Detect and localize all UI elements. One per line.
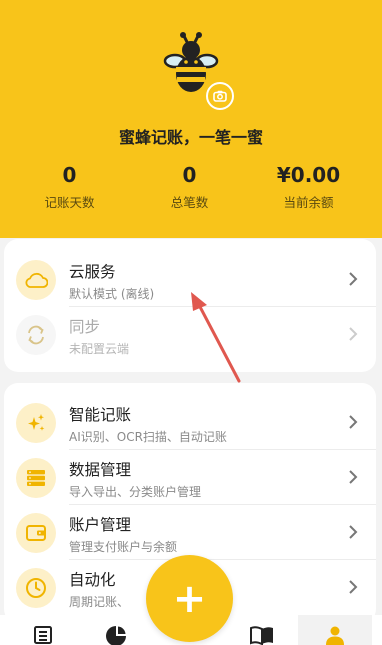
tab-ledger[interactable] [224,615,300,645]
chevron-right-icon [349,470,358,484]
add-record-button[interactable]: + [146,555,233,642]
item-title: 账户管理 [69,516,132,534]
camera-icon[interactable] [206,82,234,110]
chevron-right-icon [349,327,358,341]
data-management-item[interactable]: 数据管理 导入导出、分类账户管理 [4,450,376,504]
cloud-settings-card: 云服务 默认模式 (离线) 同步 未配置云端 [4,239,376,372]
item-subtitle: 默认模式 (离线) [69,287,155,301]
stat-value: ¥0.00 [276,163,341,187]
item-title: 数据管理 [69,461,132,479]
item-subtitle: 导入导出、分类账户管理 [69,485,202,499]
item-subtitle: 管理支付账户与余额 [69,540,178,554]
chevron-right-icon [349,272,358,286]
sparkle-icon [16,403,56,443]
cloud-service-item[interactable]: 云服务 默认模式 (离线) [4,252,376,306]
person-icon [326,626,344,645]
chevron-right-icon [349,525,358,539]
cloud-icon [16,260,56,300]
smart-bookkeeping-item[interactable]: 智能记账 AI识别、OCR扫描、自动记账 [4,395,376,449]
stat-value: 0 [182,163,197,187]
tab-charts[interactable] [78,615,154,645]
list-icon [34,626,52,644]
sync-icon [16,315,56,355]
clock-icon [16,568,56,608]
pie-chart-icon [106,626,126,645]
item-title: 同步 [69,318,101,336]
item-subtitle: AI识别、OCR扫描、自动记账 [69,430,227,444]
wallet-icon [16,513,56,553]
sync-item[interactable]: 同步 未配置云端 [4,307,376,361]
item-subtitle: 未配置云端 [69,342,130,356]
profile-header: 蜜蜂记账，一笔一蜜 0 记账天数 0 总笔数 ¥0.00 当前余额 [0,0,382,238]
stat-total-entries: 0 总笔数 [126,160,253,211]
stat-value: 0 [62,163,77,187]
chevron-right-icon [349,415,358,429]
stat-label: 记账天数 [44,195,95,210]
chevron-right-icon [349,580,358,594]
item-title: 云服务 [69,263,116,281]
item-title: 自动化 [69,571,116,589]
stat-record-days: 0 记账天数 [6,160,133,211]
book-icon [250,626,273,645]
stat-label: 总笔数 [170,195,209,210]
tab-profile[interactable] [298,615,372,645]
database-icon [16,458,56,498]
stat-label: 当前余额 [283,195,334,210]
app-tagline: 蜜蜂记账，一笔一蜜 [118,128,263,147]
item-title: 智能记账 [69,406,132,424]
plus-icon: + [172,575,207,622]
account-management-item[interactable]: 账户管理 管理支付账户与余额 [4,505,376,559]
stat-current-balance: ¥0.00 当前余额 [245,160,372,211]
tab-records[interactable] [5,615,81,645]
item-subtitle: 周期记账、 [69,595,130,609]
